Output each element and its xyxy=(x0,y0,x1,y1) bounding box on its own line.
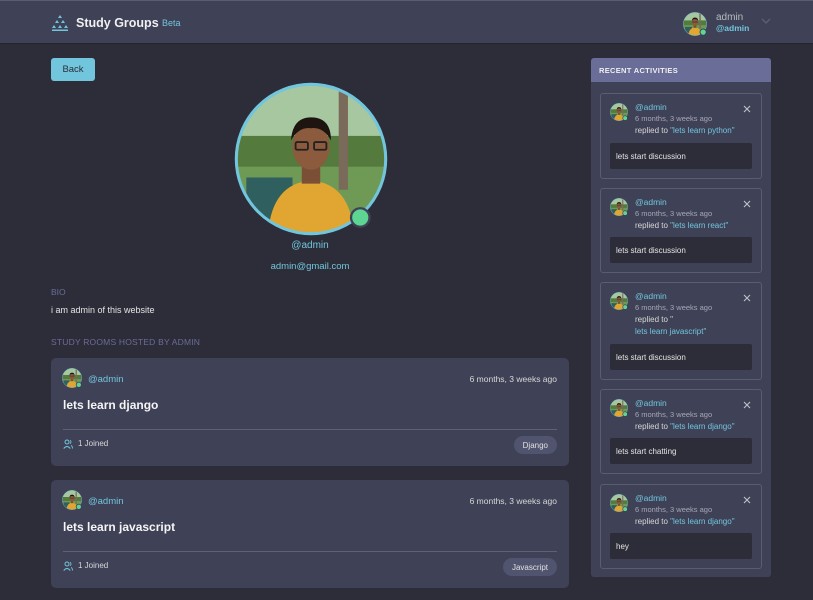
back-button[interactable]: Back xyxy=(51,58,95,81)
activity-avatar[interactable] xyxy=(610,399,628,417)
activity-room-link[interactable]: "lets learn django" xyxy=(670,517,734,526)
activity-host[interactable]: @admin xyxy=(635,291,667,301)
host-avatar[interactable] xyxy=(62,490,82,510)
profile-email[interactable]: admin@gmail.com xyxy=(230,261,390,272)
activity-room-link[interactable]: lets learn javascript" xyxy=(635,327,706,336)
room-card[interactable]: @admin 6 months, 3 weeks ago lets learn … xyxy=(51,358,569,466)
online-status-dot xyxy=(349,207,371,228)
activity-avatar[interactable] xyxy=(610,103,628,121)
activity-room-link[interactable]: "lets learn react" xyxy=(670,221,728,230)
activity-avatar[interactable] xyxy=(610,292,628,310)
users-icon xyxy=(63,561,73,571)
logo-icon[interactable] xyxy=(51,14,69,32)
room-title[interactable]: lets learn javascript xyxy=(63,520,175,534)
header-user-info[interactable]: admin @admin xyxy=(716,12,749,34)
close-icon[interactable] xyxy=(743,200,751,208)
activity-replied: replied to "lets learn react" xyxy=(635,221,729,230)
activity-avatar[interactable] xyxy=(610,494,628,512)
activity-item: @admin 6 months, 3 weeks ago replied to … xyxy=(600,282,762,380)
host-avatar[interactable] xyxy=(62,368,82,388)
close-icon[interactable] xyxy=(743,496,751,504)
activity-time: 6 months, 3 weeks ago xyxy=(635,303,713,312)
activity-message: lets start chatting xyxy=(610,438,752,464)
recent-activities-panel: RECENT ACTIVITIES @admin 6 months, 3 wee… xyxy=(591,58,771,577)
room-host[interactable]: @admin xyxy=(88,496,124,507)
close-icon[interactable] xyxy=(743,401,751,409)
bio-text: i am admin of this website xyxy=(51,305,155,315)
activity-replied: replied to " lets learn javascript" xyxy=(635,315,707,336)
activity-message: hey xyxy=(610,533,752,559)
chevron-down-icon[interactable] xyxy=(761,17,771,25)
divider xyxy=(63,551,557,552)
activity-host[interactable]: @admin xyxy=(635,197,667,207)
activity-time: 6 months, 3 weeks ago xyxy=(635,505,713,514)
activity-item: @admin 6 months, 3 weeks ago replied to … xyxy=(600,389,762,474)
users-icon xyxy=(63,439,73,449)
activity-message: lets start discussion xyxy=(610,344,752,370)
activity-host[interactable]: @admin xyxy=(635,102,667,112)
activity-time: 6 months, 3 weeks ago xyxy=(635,209,713,218)
close-icon[interactable] xyxy=(743,105,751,113)
rooms-heading: STUDY ROOMS HOSTED BY ADMIN xyxy=(51,337,201,347)
room-host[interactable]: @admin xyxy=(88,374,124,385)
beta-badge: Beta xyxy=(162,18,181,28)
joined-count: 1 Joined xyxy=(78,439,109,448)
activity-host[interactable]: @admin xyxy=(635,398,667,408)
room-time: 6 months, 3 weeks ago xyxy=(469,496,557,506)
user-avatar[interactable] xyxy=(683,12,707,36)
activity-item: @admin 6 months, 3 weeks ago replied to … xyxy=(600,484,762,569)
activity-time: 6 months, 3 weeks ago xyxy=(635,114,713,123)
activity-room-link[interactable]: "lets learn python" xyxy=(670,126,734,135)
activity-avatar[interactable] xyxy=(610,198,628,216)
profile-avatar xyxy=(234,82,388,236)
recent-activities-heading: RECENT ACTIVITIES xyxy=(591,58,771,82)
activity-time: 6 months, 3 weeks ago xyxy=(635,410,713,419)
activity-replied: replied to "lets learn django" xyxy=(635,422,735,431)
room-title[interactable]: lets learn django xyxy=(63,398,158,412)
brand-name[interactable]: Study Groups xyxy=(76,16,159,30)
activity-message: lets start discussion xyxy=(610,143,752,169)
room-time: 6 months, 3 weeks ago xyxy=(469,374,557,384)
activity-replied: replied to "lets learn python" xyxy=(635,126,735,135)
activity-room-link[interactable]: "lets learn django" xyxy=(670,422,734,431)
close-icon[interactable] xyxy=(743,294,751,302)
joined-count: 1 Joined xyxy=(78,561,109,570)
profile-handle: @admin xyxy=(291,240,329,251)
room-card[interactable]: @admin 6 months, 3 weeks ago lets learn … xyxy=(51,480,569,588)
topic-tag[interactable]: Javascript xyxy=(502,558,557,576)
bio-label: BIO xyxy=(51,287,66,297)
activity-replied: replied to "lets learn django" xyxy=(635,517,735,526)
activity-item: @admin 6 months, 3 weeks ago replied to … xyxy=(600,188,762,273)
divider xyxy=(63,429,557,430)
header-user-name: admin xyxy=(716,12,744,23)
activity-item: @admin 6 months, 3 weeks ago replied to … xyxy=(600,93,762,179)
top-navbar: Study Groups Beta admin @admin xyxy=(0,0,813,44)
topic-tag[interactable]: Django xyxy=(513,436,557,454)
activity-message: lets start discussion xyxy=(610,237,752,263)
activity-host[interactable]: @admin xyxy=(635,493,667,503)
header-user-handle: @admin xyxy=(716,23,750,33)
